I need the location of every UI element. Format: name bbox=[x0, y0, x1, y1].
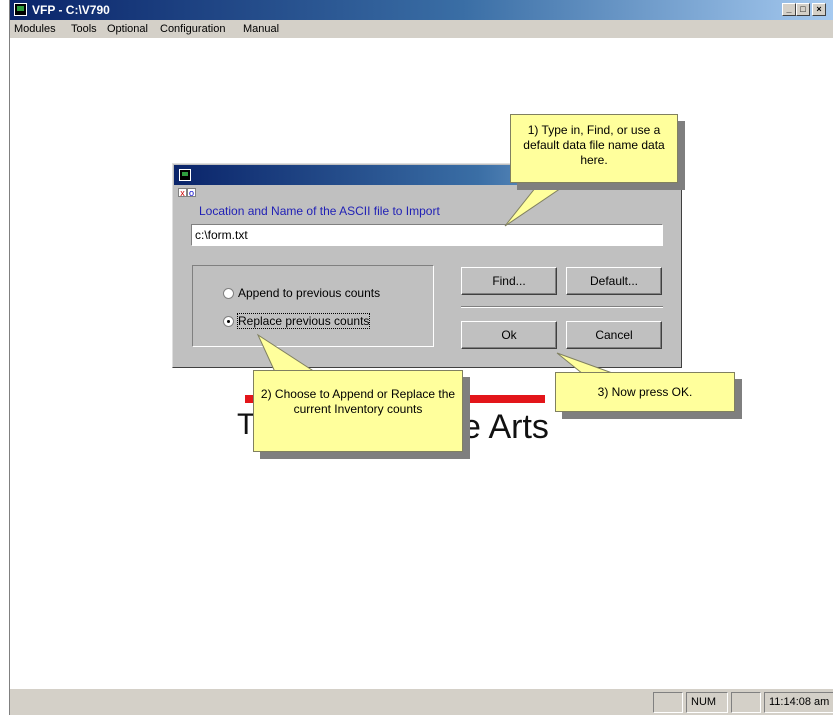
status-time: 11:14:08 am bbox=[764, 692, 833, 713]
menu-modules[interactable]: Modules bbox=[14, 23, 56, 35]
dialog-icon bbox=[179, 169, 191, 181]
menu-optional[interactable]: Optional bbox=[107, 23, 148, 35]
menu-bar: Modules Tools Optional Configuration Man… bbox=[10, 20, 833, 38]
callout-step-two: 2) Choose to Append or Replace the curre… bbox=[253, 370, 463, 452]
dialog-restore-icon[interactable]: o bbox=[187, 188, 196, 198]
status-bar: NUM 11:14:08 am bbox=[10, 688, 833, 715]
radio-replace-indicator[interactable] bbox=[223, 316, 234, 327]
file-path-input[interactable] bbox=[191, 224, 663, 246]
maximize-button[interactable]: □ bbox=[796, 3, 810, 16]
logo-text: e Arts bbox=[462, 408, 549, 446]
ok-button[interactable]: Ok bbox=[461, 321, 557, 349]
button-separator bbox=[461, 306, 663, 308]
status-panel-empty-1 bbox=[653, 692, 683, 713]
find-button[interactable]: Find... bbox=[461, 267, 557, 295]
default-button[interactable]: Default... bbox=[566, 267, 662, 295]
radio-append-indicator[interactable] bbox=[223, 288, 234, 299]
menu-configuration[interactable]: Configuration bbox=[160, 23, 225, 35]
close-button[interactable]: × bbox=[812, 3, 826, 16]
app-icon bbox=[14, 3, 27, 16]
status-panel-empty-2 bbox=[731, 692, 761, 713]
import-dialog: xo Location and Name of the ASCII file t… bbox=[172, 163, 682, 368]
status-num: NUM bbox=[686, 692, 728, 713]
minimize-button[interactable]: _ bbox=[782, 3, 796, 16]
cancel-button[interactable]: Cancel bbox=[566, 321, 662, 349]
callout-step-three: 3) Now press OK. bbox=[555, 372, 735, 412]
callout-step-one: 1) Type in, Find, or use a default data … bbox=[510, 114, 678, 183]
dialog-close-icon[interactable]: x bbox=[178, 188, 187, 198]
import-file-label: Location and Name of the ASCII file to I… bbox=[199, 204, 440, 218]
window-title: VFP - C:\V790 bbox=[32, 3, 110, 17]
radio-append-label: Append to previous counts bbox=[238, 286, 381, 300]
count-options-group: Append to previous counts Replace previo… bbox=[192, 265, 434, 347]
dialog-mini-controls: xo bbox=[178, 188, 196, 198]
title-bar: VFP - C:\V790 _ □ × bbox=[10, 0, 833, 20]
menu-manual[interactable]: Manual bbox=[243, 23, 279, 35]
radio-replace-label: Replace previous counts bbox=[236, 313, 371, 329]
menu-tools[interactable]: Tools bbox=[71, 23, 97, 35]
